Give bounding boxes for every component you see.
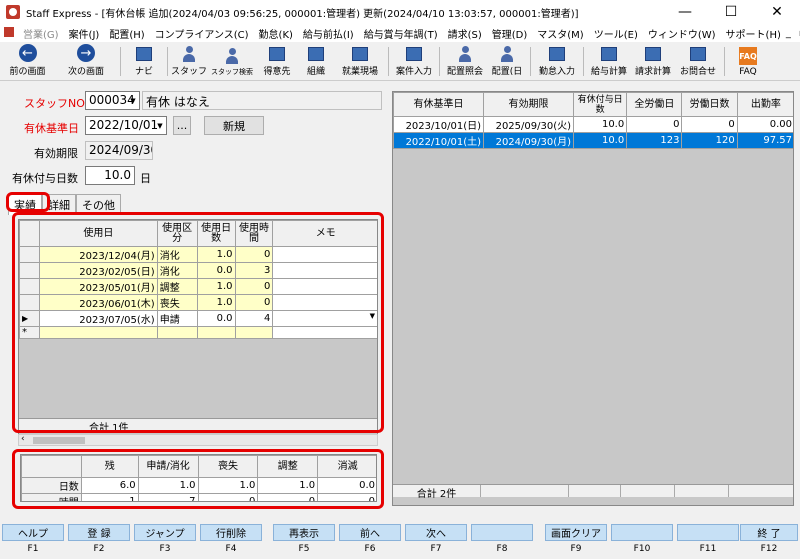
base-date-combo[interactable]: 2022/10/01 ▼ xyxy=(85,116,167,135)
child-window-icon xyxy=(0,26,18,40)
function-key-bar: ヘルプ F1 登 録 F2 ジャンプ F3 行削除 F4 再表示 F5 前へ F6 次へ F7… xyxy=(0,524,800,559)
staff-button[interactable]: スタッフ xyxy=(171,43,207,80)
f8-button[interactable]: F8 xyxy=(471,524,533,559)
f11-button[interactable]: F11 xyxy=(677,524,739,559)
org-button[interactable]: 組織 xyxy=(297,43,335,80)
menu-kintai[interactable]: 勤怠(K) xyxy=(254,26,298,41)
col-work-days[interactable]: 労働日数 xyxy=(681,92,738,117)
mail-icon xyxy=(690,46,706,61)
col-rate[interactable]: 出勤率 xyxy=(736,92,793,117)
billing-calc-button[interactable]: 請求計算 xyxy=(631,43,675,80)
expiry-field: 2024/09/30 xyxy=(85,141,153,160)
f3-jump-button[interactable]: ジャンプ F3 xyxy=(134,524,196,559)
customer-button[interactable]: 得意先 xyxy=(257,43,297,80)
scrollbar-thumb[interactable] xyxy=(33,437,85,444)
usage-grid-highlight xyxy=(12,212,384,433)
f1-help-button[interactable]: ヘルプ F1 xyxy=(2,524,64,559)
contact-button[interactable]: お問合せ xyxy=(675,43,721,80)
col-all-days[interactable]: 全労働日 xyxy=(626,92,683,117)
col-expiry[interactable]: 有効期限 xyxy=(483,92,575,117)
people-day-icon xyxy=(499,45,515,62)
base-date-browse-button[interactable]: ... xyxy=(173,116,191,135)
title-bar: Staff Express - [有休台帳 追加(2024/04/03 09:5… xyxy=(0,0,800,24)
menu-support[interactable]: サポート(H) xyxy=(721,26,786,41)
factory-icon xyxy=(352,46,368,61)
tab-highlight xyxy=(6,192,50,212)
menu-kanri[interactable]: 管理(D) xyxy=(487,26,533,41)
period-grid[interactable]: 有休基準日 有効期限 有休付与日数 全労働日 労働日数 出勤率 2023/10/… xyxy=(392,91,794,506)
site-button[interactable]: 就業現場 xyxy=(335,43,385,80)
monitor-icon xyxy=(136,46,152,61)
minimize-button[interactable]: — xyxy=(662,0,708,24)
menu-anken[interactable]: 案件(J) xyxy=(64,26,105,41)
chevron-down-icon: ▼ xyxy=(157,121,163,130)
staff-search-button[interactable]: スタッフ検索 xyxy=(207,43,257,80)
summary-grid-highlight xyxy=(12,449,384,509)
chevron-down-icon: ▼ xyxy=(130,96,136,105)
arrow-right-icon: → xyxy=(77,44,95,62)
close-button[interactable]: ✕ xyxy=(754,0,800,24)
col-base-date[interactable]: 有休基準日 xyxy=(393,92,485,117)
assign-inquiry-button[interactable]: 配置照会 xyxy=(443,43,487,80)
staff-no-label: スタッフNO xyxy=(24,97,85,110)
grant-days-input[interactable]: 10.0 xyxy=(85,166,135,185)
f4-delete-row-button[interactable]: 行削除 F4 xyxy=(200,524,262,559)
assign-day-button[interactable]: 配置(日 xyxy=(487,43,527,80)
attendance-input-button[interactable]: 勤怠入力 xyxy=(534,43,580,80)
days-unit-label: 日 xyxy=(140,172,151,185)
f9-clear-button[interactable]: 画面クリア F9 xyxy=(545,524,607,559)
scroll-left-icon[interactable]: ‹ xyxy=(21,434,25,444)
staff-name-field: 有休 はなえ xyxy=(142,91,382,110)
case-input-button[interactable]: 案件入力 xyxy=(392,43,436,80)
forward-button[interactable]: → 次の画面 xyxy=(55,43,117,80)
table-row[interactable]: 2023/10/01(日) 2025/09/30(火) 10.0 0 0 0.00 xyxy=(393,116,793,133)
back-button[interactable]: ← 前の画面 xyxy=(0,43,55,80)
person-icon xyxy=(181,45,197,62)
menu-kyuyo-shoyo[interactable]: 給与賞与年調(T) xyxy=(359,26,443,41)
invoice-icon xyxy=(645,46,661,61)
staff-no-combo[interactable]: 000034 ▼ xyxy=(85,91,140,110)
faq-icon: FAQ xyxy=(739,47,757,65)
salary-calc-button[interactable]: 給与計算 xyxy=(587,43,631,80)
org-icon xyxy=(308,46,324,61)
people-icon xyxy=(457,45,473,62)
f2-register-button[interactable]: 登 録 F2 xyxy=(68,524,130,559)
f7-next-button[interactable]: 次へ F7 xyxy=(405,524,467,559)
pencil-icon xyxy=(549,46,565,61)
period-total-row: 合計 2件 xyxy=(393,484,793,500)
window-title: Staff Express - [有休台帳 追加(2024/04/03 09:5… xyxy=(26,8,579,20)
child-minimize-button[interactable]: _ xyxy=(786,28,791,39)
f5-refresh-button[interactable]: 再表示 F5 xyxy=(273,524,335,559)
menu-haichi[interactable]: 配置(H) xyxy=(104,26,149,41)
menu-kyuyo-maebarai[interactable]: 給与前払(I) xyxy=(298,26,359,41)
f12-exit-button[interactable]: 終 了 F12 xyxy=(740,524,798,559)
toolbar: ← 前の画面 → 次の画面 ナビ スタッフ スタッフ検索 得意先 組織 就業現場 案… xyxy=(0,43,800,81)
base-date-label: 有休基準日 xyxy=(24,122,79,135)
f6-prev-button[interactable]: 前へ F6 xyxy=(339,524,401,559)
col-grant-days[interactable]: 有休付与日数 xyxy=(573,92,628,117)
menu-master[interactable]: マスタ(M) xyxy=(532,26,588,41)
person-search-icon xyxy=(224,48,240,64)
maximize-button[interactable]: ☐ xyxy=(708,0,754,24)
faq-button[interactable]: FAQ FAQ xyxy=(728,43,768,80)
menu-tool[interactable]: ツール(E) xyxy=(589,26,643,41)
usage-hscrollbar[interactable]: ‹ xyxy=(18,434,378,446)
arrow-left-icon: ← xyxy=(18,44,37,62)
table-row-selected[interactable]: 2022/10/01(土) 2024/09/30(月) 10.0 123 120 97.5… xyxy=(393,132,793,149)
menu-eigyo[interactable]: 営業(G) xyxy=(18,26,64,41)
expiry-label: 有効期限 xyxy=(34,147,78,160)
building-icon xyxy=(269,46,285,61)
menu-window[interactable]: ウィンドウ(W) xyxy=(643,26,721,41)
grant-days-label: 有休付与日数 xyxy=(12,172,78,185)
calculator-icon xyxy=(601,46,617,61)
new-button[interactable]: 新規 xyxy=(204,116,264,135)
menu-compliance[interactable]: コンプライアンス(C) xyxy=(150,26,254,41)
menu-seikyu[interactable]: 請求(S) xyxy=(443,26,487,41)
document-icon xyxy=(406,46,422,61)
app-icon xyxy=(6,5,20,19)
navi-button[interactable]: ナビ xyxy=(124,43,164,80)
menu-bar: 営業(G) 案件(J) 配置(H) コンプライアンス(C) 勤怠(K) 給与前払… xyxy=(0,24,800,42)
f10-button[interactable]: F10 xyxy=(611,524,673,559)
